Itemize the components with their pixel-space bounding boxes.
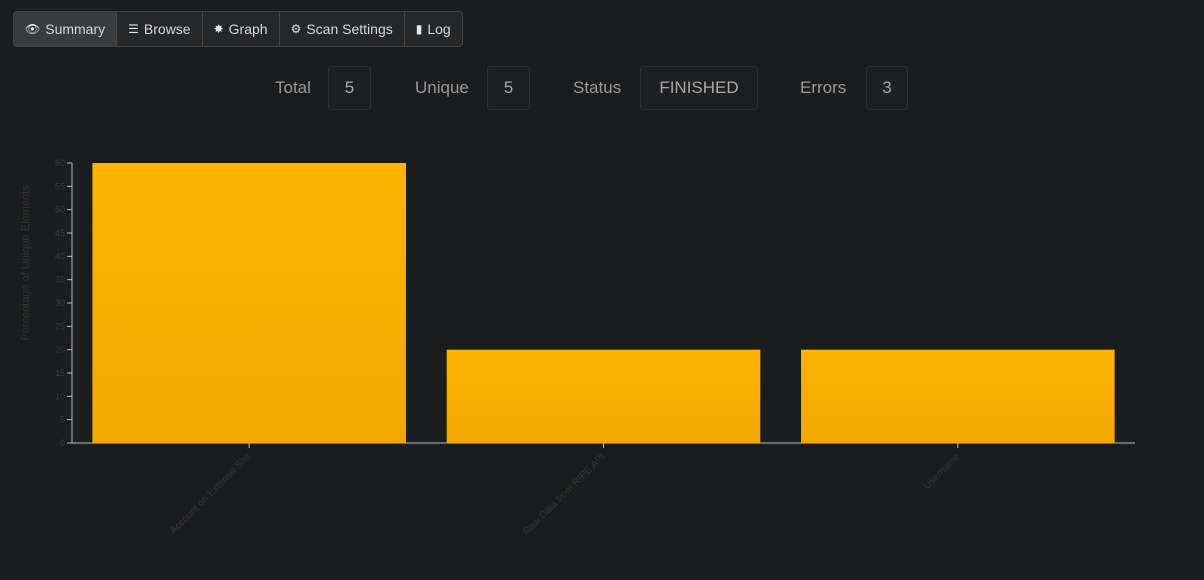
y-tick-label: 10	[55, 391, 65, 401]
bar	[446, 349, 761, 443]
x-tick-label: Username	[922, 451, 963, 492]
y-axis-label: Percentage of Unique Elements	[20, 185, 32, 341]
y-tick-label: 15	[55, 368, 65, 378]
y-tick-label: 5	[60, 415, 65, 425]
y-tick-label: 30	[55, 298, 65, 308]
x-tick-label: Account on External Site	[168, 451, 254, 537]
y-tick-label: 35	[55, 275, 65, 285]
y-tick-label: 55	[55, 181, 65, 191]
y-tick-label: 50	[55, 205, 65, 215]
bar	[801, 349, 1115, 443]
y-tick-label: 40	[55, 251, 65, 261]
y-tick-label: 60	[55, 158, 65, 168]
y-tick-label: 20	[55, 345, 65, 355]
bar	[92, 163, 406, 443]
y-tick-label: 25	[55, 321, 65, 331]
bar-chart: 0 5 10 15 20 25 30 35 40 45 50 55 60 Percentage of Un…	[20, 158, 1135, 538]
y-tick-label: 0	[60, 438, 65, 448]
x-tick-label: Raw Data from RIPE API	[521, 451, 607, 537]
y-tick-label: 45	[55, 228, 65, 238]
